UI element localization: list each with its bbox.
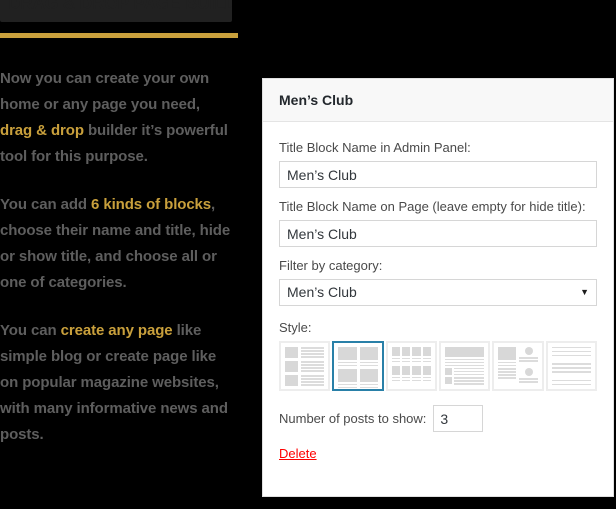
promo-text-run: You can xyxy=(0,322,61,339)
delete-block-link[interactable]: Delete xyxy=(279,446,317,461)
avatar-circle-icon xyxy=(524,347,533,355)
style-option-text-only[interactable] xyxy=(545,341,597,391)
promo-paragraph: Now you can create your own home or any … xyxy=(0,66,236,170)
promo-text-run: Now you can create your own home or any … xyxy=(0,70,210,113)
posts-count-row: Number of posts to show: xyxy=(279,405,597,432)
promo-paragraph: You can create any page like simple blog… xyxy=(0,318,236,448)
admin-title-input[interactable] xyxy=(279,161,597,188)
category-filter-label: Filter by category: xyxy=(279,258,383,273)
promo-title-text: DRAG & DROP PAGE BUILDER xyxy=(8,0,232,13)
block-panel-body: Title Block Name in Admin Panel: Title B… xyxy=(263,122,613,463)
style-option-grid-4col[interactable] xyxy=(385,341,437,391)
page-title-input[interactable] xyxy=(279,220,597,247)
style-option-grid-2col[interactable] xyxy=(332,341,384,391)
block-editor-panel: Men’s Club Title Block Name in Admin Pan… xyxy=(262,78,614,497)
promo-paragraph: You can add 6 kinds of blocks, choose th… xyxy=(0,192,236,296)
promo-title-bar: DRAG & DROP PAGE BUILDER xyxy=(0,0,232,22)
promo-highlight-run: drag & drop xyxy=(0,122,84,139)
admin-title-label: Title Block Name in Admin Panel: xyxy=(279,140,471,155)
promo-text-run: like simple blog or create page like on … xyxy=(0,322,228,443)
block-panel-title: Men’s Club xyxy=(279,92,354,108)
posts-count-input[interactable] xyxy=(433,405,484,432)
style-option-image-circles[interactable] xyxy=(492,341,544,391)
promo-text-run: You can add xyxy=(0,196,92,213)
category-filter-value[interactable]: Men’s Club xyxy=(279,279,597,306)
promo-highlight-run: 6 kinds of blocks xyxy=(91,196,212,213)
style-option-hero-list[interactable] xyxy=(438,341,491,391)
promo-highlight-run: create any page xyxy=(60,322,173,339)
category-filter-select[interactable]: Men’s Club ▼ xyxy=(279,279,597,306)
page-title-label: Title Block Name on Page (leave empty fo… xyxy=(279,199,586,214)
style-option-list-thumb[interactable] xyxy=(279,341,331,391)
block-panel-header: Men’s Club xyxy=(263,79,613,122)
style-option-row xyxy=(279,341,597,391)
avatar-circle-icon xyxy=(524,368,533,376)
promo-body: Now you can create your own home or any … xyxy=(0,66,236,470)
posts-count-label: Number of posts to show: xyxy=(279,411,427,426)
promo-panel: DRAG & DROP PAGE BUILDER Now you can cre… xyxy=(0,0,240,509)
promo-accent-rule xyxy=(0,33,238,38)
style-label: Style: xyxy=(279,320,312,335)
